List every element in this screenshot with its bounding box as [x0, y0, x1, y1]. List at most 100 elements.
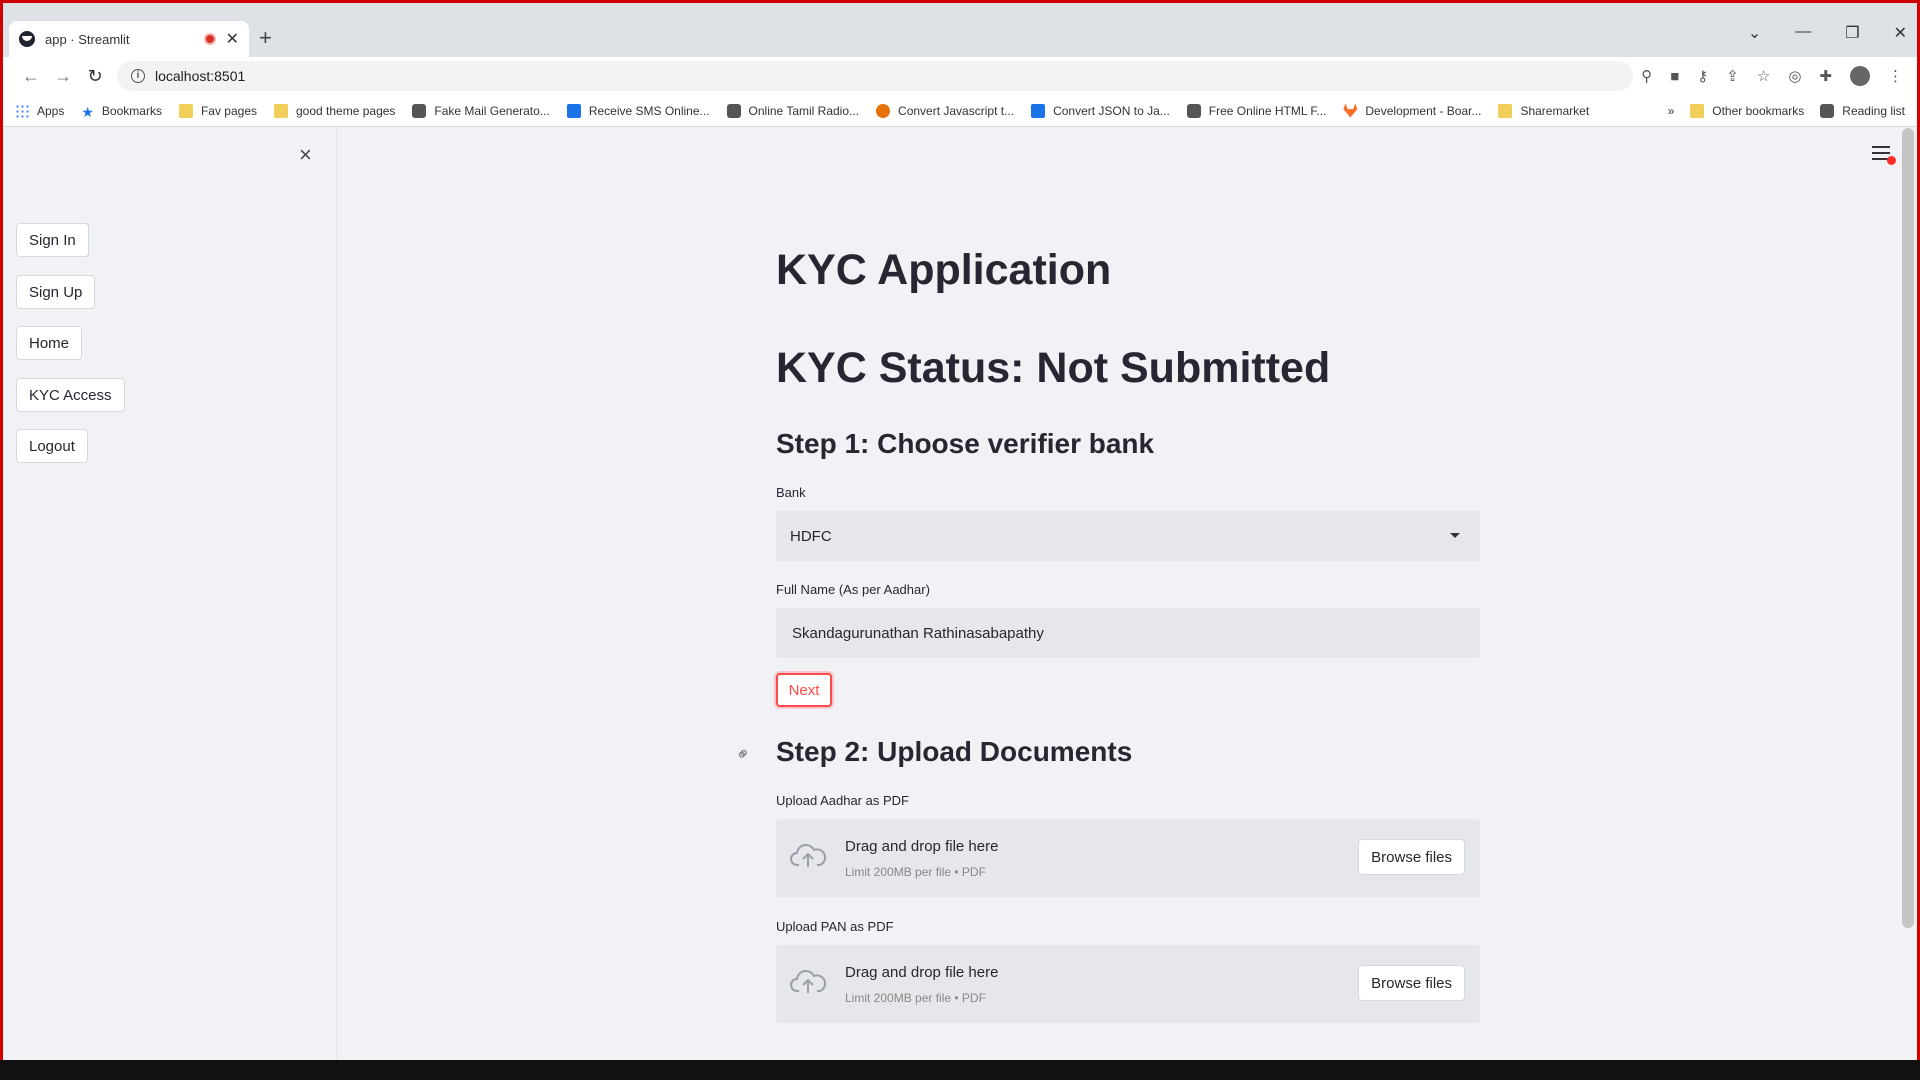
main-area: KYC Application KYC Status: Not Submitte… — [338, 128, 1917, 1063]
bookmark-apps[interactable]: Apps — [15, 103, 64, 118]
upload-pan-label: Upload PAN as PDF — [776, 919, 894, 934]
bookmark-free-html[interactable]: Free Online HTML F... — [1186, 103, 1326, 118]
anchor-link-icon[interactable]: ⚭ — [731, 742, 757, 768]
browser-window: app · Streamlit ✕ + ⌄ — ❐ ✕ ← → ↻ i loca… — [0, 0, 1920, 1080]
step1-heading: Step 1: Choose verifier bank — [776, 428, 1155, 459]
page-title: KYC Application — [776, 246, 1112, 294]
key-icon[interactable]: ⚷ — [1697, 67, 1708, 85]
close-sidebar-icon[interactable]: × — [299, 142, 312, 168]
bookmarks-overflow-icon[interactable]: » — [1668, 104, 1675, 118]
html-icon — [1186, 103, 1201, 118]
bank-label: Bank — [776, 485, 806, 500]
kebab-menu-icon[interactable]: ⋮ — [1888, 67, 1903, 85]
bookmark-star-icon[interactable]: ☆ — [1757, 67, 1770, 85]
minimize-icon[interactable]: — — [1795, 23, 1811, 43]
other-bookmarks[interactable]: Other bookmarks — [1690, 103, 1805, 118]
forward-icon[interactable]: → — [47, 66, 79, 87]
cloud-upload-icon — [790, 844, 826, 867]
json-icon — [1031, 103, 1046, 118]
sms-icon — [566, 103, 581, 118]
share-icon[interactable]: ⇪ — [1726, 67, 1739, 85]
address-bar[interactable]: i localhost:8501 — [117, 61, 1634, 91]
new-tab-button[interactable]: + — [259, 25, 272, 51]
bookmark-good-theme-pages[interactable]: good theme pages — [274, 103, 395, 118]
puzzle-extensions-icon[interactable]: ✚ — [1819, 67, 1832, 85]
full-name-input[interactable]: Skandagurunathan Rathinasabapathy — [776, 608, 1480, 658]
recording-icon — [203, 33, 216, 45]
streamlit-favicon-icon — [19, 31, 35, 47]
star-icon: ★ — [81, 103, 94, 120]
drop-zone-text: Drag and drop file here — [845, 838, 999, 855]
folder-icon — [178, 103, 193, 118]
browser-tab[interactable]: app · Streamlit ✕ — [9, 21, 249, 57]
bookmark-label: Receive SMS Online... — [588, 103, 710, 118]
scrollbar[interactable] — [1902, 128, 1914, 928]
bank-select[interactable]: HDFC — [776, 511, 1480, 561]
bookmark-label: Convert JSON to Ja... — [1053, 103, 1170, 118]
pan-file-uploader[interactable]: Drag and drop file here Limit 200MB per … — [776, 945, 1480, 1023]
window-controls: ⌄ — ❐ ✕ — [1748, 23, 1907, 43]
bookmark-sharemarket[interactable]: Sharemarket — [1498, 103, 1590, 118]
aadhar-file-uploader[interactable]: Drag and drop file here Limit 200MB per … — [776, 819, 1480, 897]
sign-in-button[interactable]: Sign In — [16, 223, 89, 257]
bookmark-development[interactable]: Development - Boar... — [1343, 103, 1481, 118]
bookmarks-bar: Apps ★ Bookmarks Fav pages good theme pag… — [3, 95, 1917, 127]
bookmark-convert-js[interactable]: Convert Javascript t... — [876, 103, 1015, 118]
logout-button[interactable]: Logout — [16, 429, 88, 463]
upload-aadhar-label: Upload Aadhar as PDF — [776, 793, 909, 808]
sidebar: × Sign In Sign Up Home KYC Access Logout — [3, 128, 337, 1063]
mail-icon — [412, 103, 427, 118]
drop-zone-text: Drag and drop file here — [845, 964, 999, 981]
cloud-upload-icon — [790, 970, 826, 993]
screen-bottom-bar — [0, 1060, 1920, 1080]
step2-heading: Step 2: Upload Documents — [776, 736, 1133, 767]
gitlab-icon — [1343, 103, 1358, 118]
bookmark-fav-pages[interactable]: Fav pages — [178, 103, 257, 118]
profile-avatar[interactable] — [1850, 66, 1870, 86]
bookmark-label: Reading list — [1842, 103, 1905, 118]
bookmarks-right: » Other bookmarks Reading list — [1668, 103, 1917, 118]
bookmark-fake-mail[interactable]: Fake Mail Generato... — [412, 103, 550, 118]
reading-list[interactable]: Reading list — [1820, 103, 1905, 118]
reload-icon[interactable]: ↻ — [79, 66, 111, 87]
bank-selected-value: HDFC — [790, 527, 832, 545]
bookmark-label: Other bookmarks — [1712, 103, 1805, 118]
folder-icon — [1690, 103, 1705, 118]
bookmark-bookmarks[interactable]: ★ Bookmarks — [81, 103, 162, 120]
browser-toolbar: ← → ↻ i localhost:8501 ⚲ ■ ⚷ ⇪ ☆ ◎ ✚ ⋮ — [3, 57, 1917, 95]
browse-files-button[interactable]: Browse files — [1358, 965, 1465, 1001]
home-button[interactable]: Home — [16, 326, 83, 360]
back-icon[interactable]: ← — [15, 66, 47, 87]
window-close-icon[interactable]: ✕ — [1894, 23, 1907, 43]
kyc-access-button[interactable]: KYC Access — [16, 378, 125, 412]
file-limit-text: Limit 200MB per file • PDF — [845, 865, 986, 879]
extension-circle-icon[interactable]: ◎ — [1788, 67, 1801, 85]
next-button[interactable]: Next — [776, 673, 832, 707]
browse-files-button[interactable]: Browse files — [1358, 839, 1465, 875]
bookmark-label: Sharemarket — [1520, 103, 1590, 118]
bookmark-label: Online Tamil Radio... — [748, 103, 860, 118]
folder-icon — [274, 103, 288, 118]
bookmark-label: Convert Javascript t... — [898, 103, 1015, 118]
bookmark-convert-json[interactable]: Convert JSON to Ja... — [1031, 103, 1170, 118]
notification-dot — [1887, 156, 1896, 165]
location-icon[interactable]: ⚲ — [1641, 67, 1652, 85]
toolbar-icons: ⚲ ■ ⚷ ⇪ ☆ ◎ ✚ ⋮ — [1641, 66, 1917, 86]
site-info-icon[interactable]: i — [131, 69, 145, 83]
camera-icon[interactable]: ■ — [1670, 68, 1679, 85]
tab-title: app · Streamlit — [45, 31, 130, 47]
radio-icon — [726, 103, 741, 118]
file-limit-text: Limit 200MB per file • PDF — [845, 991, 986, 1005]
chevron-down-icon — [1450, 533, 1460, 538]
close-tab-icon[interactable]: ✕ — [226, 29, 239, 49]
bookmark-receive-sms[interactable]: Receive SMS Online... — [566, 103, 710, 118]
tab-search-icon[interactable]: ⌄ — [1748, 23, 1761, 43]
hamburger-menu-icon[interactable] — [1872, 146, 1896, 165]
bookmark-tamil-radio[interactable]: Online Tamil Radio... — [726, 103, 860, 118]
convert-icon — [876, 103, 891, 118]
bookmark-label: Bookmarks — [101, 103, 162, 118]
restore-icon[interactable]: ❐ — [1845, 23, 1859, 43]
bookmark-label: Fake Mail Generato... — [434, 103, 550, 118]
kyc-status-heading: KYC Status: Not Submitted — [776, 344, 1331, 392]
sign-up-button[interactable]: Sign Up — [16, 275, 96, 309]
